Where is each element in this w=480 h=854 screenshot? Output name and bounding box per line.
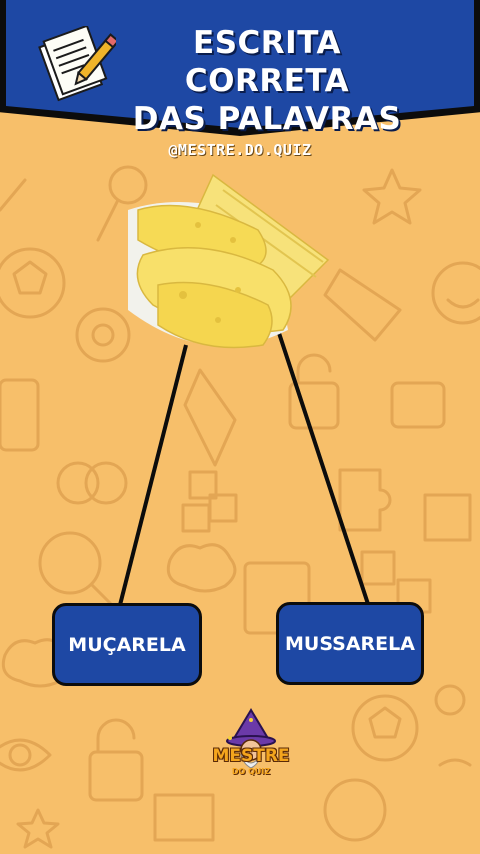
option-mucarela-button[interactable]: MUÇARELA (52, 603, 202, 686)
logo-subtitle: DO QUIZ (231, 767, 271, 776)
cheese-slices-icon (128, 173, 330, 349)
connector-right (276, 329, 370, 605)
mestre-do-quiz-logo: MESTRE DO QUIZ (206, 708, 296, 788)
logo-name: MESTRE (212, 746, 290, 766)
option-mussarela-button[interactable]: MUSSARELA (276, 602, 424, 685)
connector-left (118, 344, 188, 606)
